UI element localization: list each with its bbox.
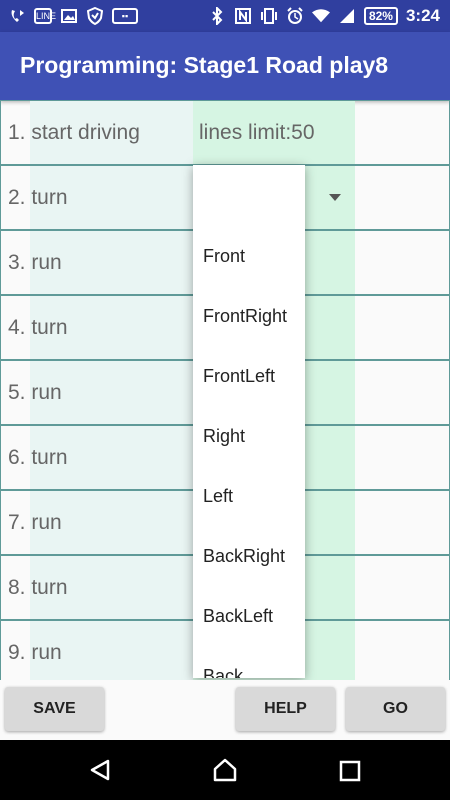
bluetooth-icon <box>208 7 226 25</box>
direction-dropdown-menu[interactable]: Front FrontRight FrontLeft Right Left Ba… <box>193 165 305 678</box>
action-bar: SAVE HELP GO <box>0 680 450 740</box>
status-bar: LINE ▪▪ 82% 3:24 <box>0 0 450 32</box>
app-icon: ▪▪ <box>112 8 138 24</box>
help-button[interactable]: HELP <box>236 687 335 731</box>
dropdown-option-backright[interactable]: BackRight <box>203 546 285 567</box>
row-label: 9. run <box>8 641 62 664</box>
call-forward-icon <box>8 7 26 25</box>
row-label: 7. run <box>8 511 62 534</box>
wifi-icon <box>311 7 330 25</box>
battery-indicator: 82% <box>363 7 398 25</box>
row-label: 3. run <box>8 251 62 274</box>
home-icon[interactable] <box>212 757 238 783</box>
page-title: Programming: Stage1 Road play8 <box>20 52 389 78</box>
dropdown-option-backleft[interactable]: BackLeft <box>203 606 273 627</box>
alarm-icon <box>286 7 304 25</box>
navigation-bar <box>0 740 450 800</box>
row-label: 4. turn <box>8 316 68 339</box>
row-label: 6. turn <box>8 446 68 469</box>
dropdown-option-frontleft[interactable]: FrontLeft <box>203 366 275 387</box>
dropdown-option-front[interactable]: Front <box>203 246 245 267</box>
recents-icon[interactable] <box>339 760 361 782</box>
image-icon <box>60 7 78 25</box>
save-button[interactable]: SAVE <box>5 687 104 731</box>
program-row-1[interactable]: 1. start driving lines limit:50 <box>0 100 450 165</box>
back-icon[interactable] <box>88 758 112 782</box>
dropdown-option-back[interactable]: Back <box>203 666 243 678</box>
nfc-icon <box>234 7 252 25</box>
row-label: 1. start driving <box>8 121 140 144</box>
shield-icon <box>86 7 104 25</box>
line-icon: LINE <box>34 8 56 24</box>
dropdown-option-right[interactable]: Right <box>203 426 245 447</box>
signal-icon <box>338 7 356 25</box>
go-button[interactable]: GO <box>346 687 445 731</box>
lines-limit-label: lines limit:50 <box>199 121 315 144</box>
dropdown-option-left[interactable]: Left <box>203 486 233 507</box>
vibrate-icon <box>260 7 278 25</box>
row-label: 2. turn <box>8 186 68 209</box>
dropdown-option-frontright[interactable]: FrontRight <box>203 306 287 327</box>
row-label: 8. turn <box>8 576 68 599</box>
clock: 3:24 <box>405 6 440 25</box>
chevron-down-icon[interactable] <box>329 194 341 201</box>
app-bar: Programming: Stage1 Road play8 <box>0 32 450 100</box>
row-label: 5. run <box>8 381 62 404</box>
